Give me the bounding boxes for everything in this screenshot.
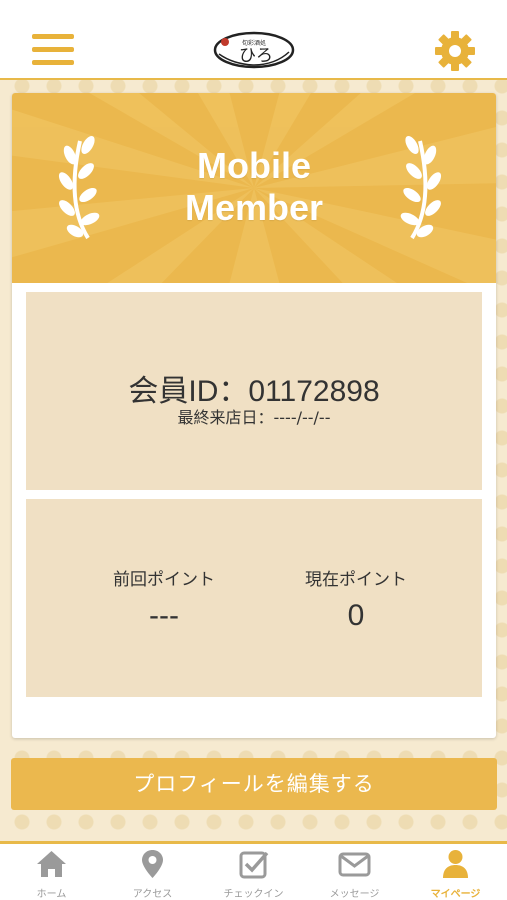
tab-checkin[interactable]: チェックイン	[203, 844, 304, 900]
tab-access-label: アクセス	[132, 889, 173, 900]
current-points-label: 現在ポイント	[305, 570, 407, 590]
tab-home[interactable]: ホーム	[1, 844, 102, 900]
store-logo: 旬彩酒処 ひろ	[213, 30, 295, 70]
app-header: 旬彩酒処 ひろ	[0, 0, 507, 80]
points-panel: 前回ポイント --- 現在ポイント 0	[26, 499, 482, 697]
member-banner: Mobile Member	[12, 93, 496, 283]
tab-access[interactable]: アクセス	[102, 844, 203, 900]
tab-checkin-label: チェックイン	[223, 889, 284, 900]
last-visit-date: 最終来店日：----/--/--	[177, 408, 331, 427]
gear-icon[interactable]	[434, 30, 476, 72]
home-icon	[37, 851, 66, 877]
laurel-right-icon	[400, 135, 442, 240]
map-pin-icon	[142, 850, 163, 878]
member-card: Mobile Member 会員ID：01172898 最終来店日：----/-…	[12, 93, 496, 738]
tab-message[interactable]: メッセージ	[304, 844, 405, 900]
previous-points-value: ---	[149, 599, 179, 632]
tab-mypage[interactable]: マイページ	[405, 844, 506, 900]
previous-points-label: 前回ポイント	[113, 570, 215, 590]
tab-home-label: ホーム	[36, 889, 67, 900]
tab-mypage-label: マイページ	[430, 889, 481, 900]
checkin-icon	[239, 851, 269, 879]
user-icon	[443, 850, 468, 878]
member-id-panel: 会員ID：01172898 最終来店日：----/--/--	[26, 292, 482, 490]
current-points-value: 0	[347, 599, 365, 632]
envelope-icon	[338, 852, 371, 877]
hamburger-menu-icon[interactable]	[32, 34, 74, 70]
tab-message-label: メッセージ	[329, 889, 380, 900]
bottom-tab-bar: ホーム アクセス チェックイン メッセージ マイページ	[0, 841, 507, 900]
edit-profile-button[interactable]: プロフィールを編集する	[11, 758, 497, 810]
logo-text: ひろ	[239, 46, 273, 66]
